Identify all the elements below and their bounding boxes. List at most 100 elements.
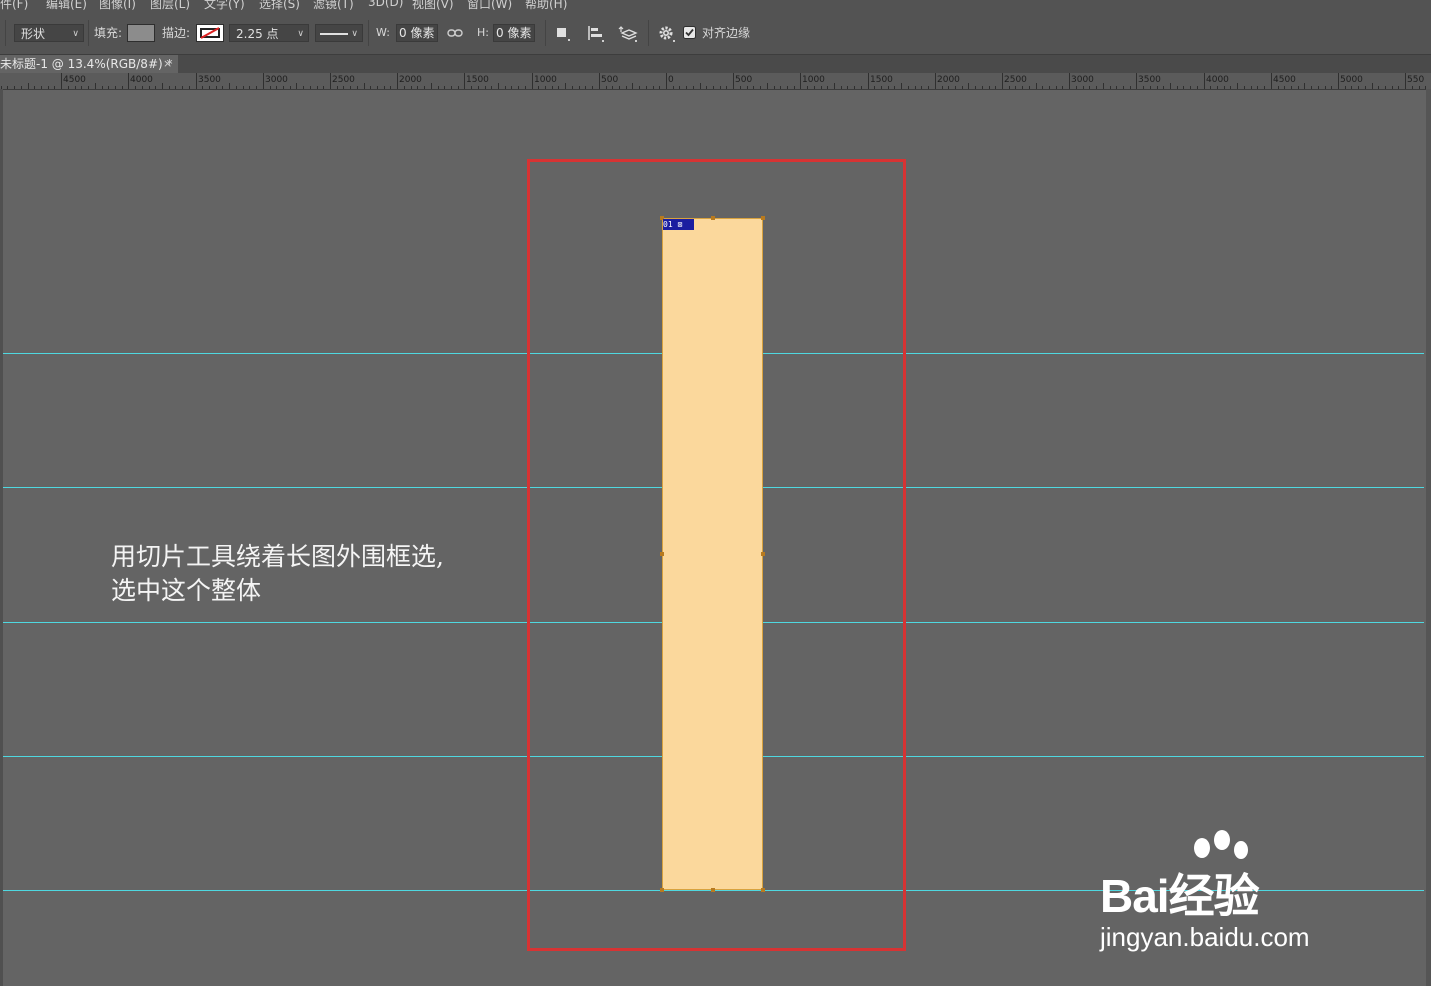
watermark-url: jingyan.baidu.com [1100,922,1310,952]
menu-edit[interactable]: 编辑(E) [46,0,87,12]
ruler-tick [861,86,862,89]
ruler-tick [868,73,869,89]
ruler-tick [175,86,176,89]
ruler-tick [1002,73,1003,89]
ruler-tick [1076,86,1077,89]
ruler-tick [1163,86,1164,89]
ruler-tick [1015,86,1016,89]
ruler-label: 550 [1407,75,1425,85]
baidu-jingyan-watermark: Bai经验 jingyan.baidu.com [1090,830,1390,960]
ruler-tick [1123,86,1124,89]
ruler-tick [88,86,89,89]
ruler-tick [41,86,42,89]
align-edges-checkbox[interactable] [683,26,696,39]
ruler-tick [901,83,902,89]
ruler-tick [478,86,479,89]
ruler-tick [753,86,754,89]
menu-window[interactable]: 窗口(W) [467,0,512,12]
ruler-tick [948,86,949,89]
menu-3d[interactable]: 3D(D) [368,0,403,9]
ruler-tick [626,86,627,89]
ruler-tick [767,83,768,89]
ruler-tick [1136,73,1137,89]
vertical-scrollbar[interactable] [1426,89,1431,986]
menu-filter[interactable]: 滤镜(T) [313,0,354,12]
ruler-tick [1210,86,1211,89]
ruler-tick [411,86,412,89]
ruler-label: 2500 [1004,75,1027,85]
ruler-tick [317,86,318,89]
menu-layer[interactable]: 图层(L) [150,0,190,12]
path-operations-icon[interactable] [555,26,571,42]
stroke-width-field[interactable]: 2.25 点 ∨ [229,24,309,42]
link-icon[interactable] [447,27,463,39]
ruler-tick [390,86,391,89]
ruler-tick [874,86,875,89]
ruler-tick [337,86,338,89]
ruler-tick [915,86,916,89]
ruler-tick [310,86,311,89]
document-tab[interactable]: 未标题-1 @ 13.4%(RGB/8#) * × [0,55,179,73]
ruler-tick [1103,83,1104,89]
solid-line-icon [320,33,348,35]
ruler-tick [1351,86,1352,89]
menu-image[interactable]: 图像(I) [99,0,136,12]
ruler-tick [1331,86,1332,89]
ruler-tick [1298,86,1299,89]
ruler-tick [95,83,96,89]
ruler-tick [1284,86,1285,89]
chevron-down-icon: ∨ [351,29,358,39]
ruler-tick [888,86,889,89]
shape-mode-select[interactable]: 形状 ∨ [14,24,84,42]
path-alignment-icon[interactable] [587,25,605,43]
height-label: H: [477,26,489,39]
ruler-tick [841,86,842,89]
ruler-tick [1311,86,1312,89]
ruler-tick [827,86,828,89]
menu-file[interactable]: 件(F) [0,0,28,12]
ruler-tick [1056,86,1057,89]
ruler-tick [511,86,512,89]
ruler-tick [303,86,304,89]
ruler-tick [585,86,586,89]
menu-type[interactable]: 文字(Y) [204,0,245,12]
ruler-tick [1116,86,1117,89]
ruler-tick [256,86,257,89]
stroke-width-value: 2.25 点 [236,27,279,41]
ruler-tick [216,86,217,89]
gear-icon[interactable] [658,25,676,43]
ruler-tick [1378,86,1379,89]
ruler-tick [451,86,452,89]
ruler-tick [397,73,398,89]
close-icon[interactable]: × [163,55,172,73]
ruler-tick [75,86,76,89]
stroke-type-select[interactable]: ∨ [315,24,363,42]
ruler-tick [464,73,465,89]
ruler-tick [498,83,499,89]
options-divider [88,20,89,46]
path-arrangement-icon[interactable] [618,25,638,43]
menu-view[interactable]: 视图(V) [412,0,454,12]
ruler-tick [7,86,8,89]
menu-select[interactable]: 选择(S) [259,0,300,12]
ruler-tick [296,83,297,89]
stroke-swatch[interactable] [196,24,224,42]
chevron-down-icon: ∨ [72,29,79,39]
ruler-tick [774,86,775,89]
ruler-tick [1338,73,1339,89]
height-input[interactable]: 0 像素 [493,24,535,42]
fill-swatch[interactable] [127,24,155,42]
ruler-tick [995,86,996,89]
slice-selection-highlight [527,159,906,951]
menu-help[interactable]: 帮助(H) [525,0,567,12]
ruler-tick [182,86,183,89]
width-input[interactable]: 0 像素 [396,24,438,42]
ruler-tick [162,83,163,89]
align-edges-label: 对齐边缘 [702,26,751,40]
ruler-tick [1177,86,1178,89]
ruler-tick [821,86,822,89]
ruler-tick [21,86,22,89]
ruler-tick [706,86,707,89]
ruler-tick [377,86,378,89]
ruler-tick [350,86,351,89]
